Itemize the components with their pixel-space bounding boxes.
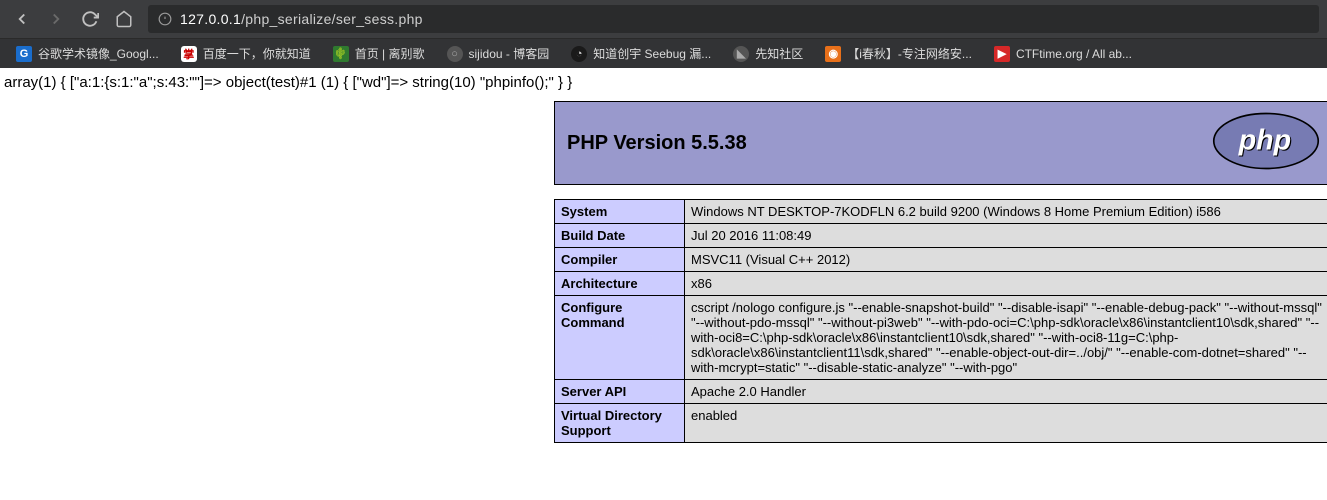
phpinfo-title: PHP Version 5.5.38	[567, 132, 747, 155]
url-path: /php_serialize/ser_sess.php	[241, 11, 423, 27]
bookmark-item[interactable]: G 谷歌学术镜像_Googl...	[6, 41, 169, 66]
bookmark-label: 百度一下，你就知道	[203, 45, 311, 62]
browser-toolbar: 127.0.0.1/php_serialize/ser_sess.php	[0, 0, 1327, 38]
bookmark-favicon: ◣	[733, 46, 749, 62]
phpinfo-key: Server API	[555, 380, 685, 404]
bookmark-item[interactable]: ◉ 【i春秋】-专注网络安...	[815, 41, 982, 66]
url-host: 127.0.0.1	[180, 11, 241, 27]
bookmark-favicon: ◉	[825, 46, 841, 62]
arrow-right-icon	[47, 10, 65, 28]
bookmark-label: CTFtime.org / All ab...	[1016, 47, 1132, 61]
php-logo: php php	[1211, 110, 1321, 177]
table-row: CompilerMSVC11 (Visual C++ 2012)	[555, 248, 1327, 272]
site-info-icon[interactable]	[158, 12, 172, 26]
bookmark-label: 首页 | 离别歌	[355, 45, 425, 62]
bookmark-item[interactable]: ○ sijidou - 博客园	[437, 41, 560, 66]
table-row: Server APIApache 2.0 Handler	[555, 380, 1327, 404]
bookmark-label: 谷歌学术镜像_Googl...	[38, 45, 159, 62]
table-row: Build DateJul 20 2016 11:08:49	[555, 224, 1327, 248]
reload-button[interactable]	[76, 5, 104, 33]
bookmark-item[interactable]: ◔ 知道创宇 Seebug 漏...	[561, 41, 721, 66]
table-row: Configure Commandcscript /nologo configu…	[555, 296, 1327, 380]
bookmark-favicon: ◔	[571, 46, 587, 62]
table-row: Virtual Directory Supportenabled	[555, 404, 1327, 443]
table-row: SystemWindows NT DESKTOP-7KODFLN 6.2 bui…	[555, 200, 1327, 224]
bookmark-label: 先知社区	[755, 45, 803, 62]
phpinfo-value: MSVC11 (Visual C++ 2012)	[685, 248, 1327, 272]
bookmark-item[interactable]: ◣ 先知社区	[723, 41, 813, 66]
bookmark-favicon: ▶	[994, 46, 1010, 62]
phpinfo-value: enabled	[685, 404, 1327, 443]
address-bar[interactable]: 127.0.0.1/php_serialize/ser_sess.php	[148, 5, 1319, 33]
phpinfo-key: Configure Command	[555, 296, 685, 380]
arrow-left-icon	[13, 10, 31, 28]
phpinfo-value: cscript /nologo configure.js "--enable-s…	[685, 296, 1327, 380]
phpinfo-value: x86	[685, 272, 1327, 296]
phpinfo-value: Windows NT DESKTOP-7KODFLN 6.2 build 920…	[685, 200, 1327, 224]
bookmarks-bar: G 谷歌学术镜像_Googl... 掌百度一下，你就知道 🌵 首页 | 离别歌 ○ siji…	[0, 38, 1327, 68]
phpinfo-panel: PHP Version 5.5.38 php php SystemWindows…	[554, 101, 1327, 443]
url-text: 127.0.0.1/php_serialize/ser_sess.php	[180, 11, 423, 27]
phpinfo-key: Build Date	[555, 224, 685, 248]
phpinfo-key: Architecture	[555, 272, 685, 296]
bookmark-favicon: 🌵	[333, 46, 349, 62]
php-output-text: array(1) { ["a:1:{s:1:"a";s:43:""]=> obj…	[4, 74, 1323, 91]
back-button[interactable]	[8, 5, 36, 33]
home-icon	[115, 10, 133, 28]
svg-text:php: php	[1238, 124, 1291, 156]
bookmark-favicon: G	[16, 46, 32, 62]
bookmark-favicon: ○	[447, 46, 463, 62]
bookmark-item[interactable]: 🌵 首页 | 离别歌	[323, 41, 435, 66]
phpinfo-key: Virtual Directory Support	[555, 404, 685, 443]
bookmark-label: 【i春秋】-专注网络安...	[847, 45, 972, 62]
phpinfo-key: System	[555, 200, 685, 224]
table-row: Architecturex86	[555, 272, 1327, 296]
bookmark-favicon: 掌	[181, 46, 197, 62]
bookmark-item[interactable]: 掌百度一下，你就知道	[171, 41, 321, 66]
phpinfo-header: PHP Version 5.5.38 php php	[554, 101, 1327, 185]
phpinfo-value: Jul 20 2016 11:08:49	[685, 224, 1327, 248]
reload-icon	[81, 10, 99, 28]
phpinfo-table: SystemWindows NT DESKTOP-7KODFLN 6.2 bui…	[554, 199, 1327, 443]
phpinfo-value: Apache 2.0 Handler	[685, 380, 1327, 404]
home-button[interactable]	[110, 5, 138, 33]
bookmark-label: sijidou - 博客园	[469, 45, 550, 62]
bookmark-label: 知道创宇 Seebug 漏...	[593, 45, 711, 62]
bookmark-item[interactable]: ▶ CTFtime.org / All ab...	[984, 42, 1142, 66]
phpinfo-key: Compiler	[555, 248, 685, 272]
forward-button[interactable]	[42, 5, 70, 33]
page-content: array(1) { ["a:1:{s:1:"a";s:43:""]=> obj…	[0, 68, 1327, 449]
